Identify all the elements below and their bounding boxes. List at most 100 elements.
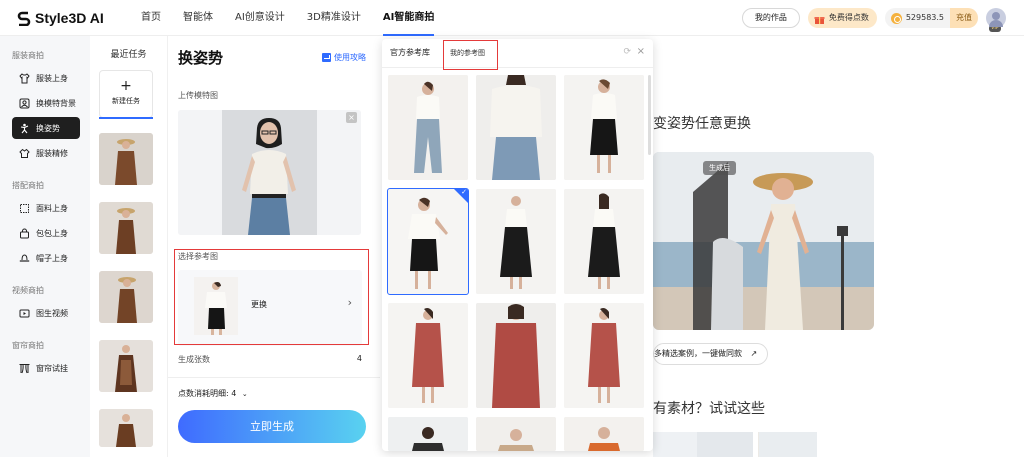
sidebar-item-model-background[interactable]: 换模特背景	[12, 92, 80, 114]
brand-logo[interactable]: Style3D AI	[16, 10, 126, 26]
recharge-button[interactable]: 充值	[950, 8, 978, 28]
points-value: 529583.5	[905, 13, 944, 22]
new-task-indicator	[99, 117, 153, 119]
showcase-area: 变姿势任意更换 生成后 多精选案例，一键做同款 ↗ 有素材？试试这些	[653, 36, 1024, 457]
model-swap-icon	[19, 98, 30, 109]
retouch-icon	[19, 148, 30, 159]
sidebar-item-label: 面料上身	[36, 203, 68, 213]
plus-icon: +	[120, 78, 132, 94]
bag-icon	[19, 228, 30, 239]
coin-icon	[890, 12, 902, 24]
task-thumbnail[interactable]	[99, 133, 153, 185]
refresh-icon[interactable]: ⟳	[623, 47, 631, 57]
usage-guide-link[interactable]: 使用攻略	[322, 52, 366, 63]
curtain-icon	[19, 363, 30, 374]
sidebar-item-fabric[interactable]: 面料上身	[12, 197, 80, 219]
reference-image[interactable]	[564, 189, 644, 294]
pose-icon	[19, 123, 30, 134]
top-nav: Style3D AI 首页 智能体 AI创意设计 3D精准设计 AI智能商拍 我…	[0, 0, 1024, 36]
recent-tasks-panel: 最近任务 + 新建任务	[90, 36, 168, 457]
uploaded-model-image[interactable]: ×	[178, 110, 361, 235]
more-cases-label: 多精选案例，一键做同款	[654, 349, 742, 358]
main-nav: 首页 智能体 AI创意设计 3D精准设计 AI智能商拍	[130, 0, 445, 36]
sidebar-group-title: 搭配商拍	[12, 181, 44, 190]
new-task-label: 新建任务	[112, 97, 140, 105]
new-task-button[interactable]: + 新建任务	[99, 70, 153, 118]
brand-name: Style3D AI	[35, 9, 104, 26]
sidebar-item-garment-on-model[interactable]: 服装上身	[12, 67, 80, 89]
logo-icon	[16, 10, 32, 26]
scrollbar[interactable]	[648, 75, 651, 155]
my-works-button[interactable]: 我的作品	[741, 8, 800, 28]
generate-count-label: 生成张数	[178, 355, 210, 364]
book-icon	[322, 53, 331, 62]
showcase-image: 生成后	[653, 152, 874, 330]
sidebar-item-label: 包包上身	[36, 228, 68, 238]
arrow-up-right-icon: ↗	[750, 349, 758, 358]
generate-count-value[interactable]: 4	[357, 354, 362, 363]
task-thumbnail[interactable]	[99, 340, 153, 392]
sidebar-item-garment-retouch[interactable]: 服装精修	[12, 142, 80, 164]
reference-image-selected[interactable]: ✓	[387, 188, 469, 295]
sidebar-item-change-pose[interactable]: 换姿势	[12, 117, 80, 139]
sidebar-group-title: 窗帘商拍	[12, 341, 44, 350]
sidebar-group-title: 视频商拍	[12, 286, 44, 295]
reference-image[interactable]	[564, 303, 644, 408]
video-icon	[19, 308, 30, 319]
upload-model-label: 上传模特图	[178, 91, 218, 100]
sidebar-item-image-to-video[interactable]: 图生视频	[12, 302, 80, 324]
points-cost-detail[interactable]: 点数消耗明细: 4 ⌄	[178, 388, 248, 399]
after-tag: 生成后	[703, 161, 736, 175]
user-avatar[interactable]: VIP	[986, 8, 1006, 32]
sidebar-item-label: 服装上身	[36, 73, 68, 83]
reference-image[interactable]	[388, 417, 468, 451]
task-thumbnail[interactable]	[99, 271, 153, 323]
sidebar-group-title: 服装商拍	[12, 51, 44, 60]
sidebar-item-curtain[interactable]: 窗帘试挂	[12, 357, 80, 379]
points-balance: 529583.5 充值	[884, 8, 978, 28]
tab-official-library[interactable]: 官方参考库	[390, 47, 430, 58]
generate-button[interactable]: 立即生成	[178, 410, 366, 443]
nav-item-ai-creative-design[interactable]: AI创意设计	[224, 0, 296, 36]
try-these-heading: 有素材？试试这些	[653, 401, 765, 417]
pose-panel: 换姿势 使用攻略 上传模特图 × 选择参考图 更换 › 生成张数 4 点数消耗明…	[168, 36, 380, 457]
reference-image[interactable]	[388, 75, 468, 180]
sidebar-item-label: 换姿势	[36, 123, 60, 133]
nav-item-agent[interactable]: 智能体	[172, 0, 224, 36]
highlight-box	[443, 40, 498, 70]
reference-picker-popup: 官方参考库 我的参考图 ⟳ × ✓	[382, 39, 653, 451]
free-points-label: 免费得点数	[828, 13, 869, 22]
hat-icon	[19, 253, 30, 264]
reference-image[interactable]	[564, 75, 644, 180]
showcase-heading: 变姿势任意更换	[653, 116, 751, 132]
task-thumbnail[interactable]	[99, 409, 153, 447]
sidebar-item-label: 服装精修	[36, 148, 68, 158]
points-cost-label: 点数消耗明细: 4	[178, 389, 237, 398]
remove-image-icon[interactable]: ×	[346, 112, 357, 123]
sidebar-item-hat[interactable]: 帽子上身	[12, 247, 80, 269]
nav-item-3d-design[interactable]: 3D精准设计	[296, 0, 372, 36]
nav-item-ai-photoshoot[interactable]: AI智能商拍	[372, 0, 445, 36]
free-points-button[interactable]: 免费得点数	[807, 8, 877, 28]
highlight-box	[174, 249, 369, 345]
gift-icon	[814, 13, 825, 24]
sidebar-item-label: 窗帘试挂	[36, 363, 68, 373]
reference-image[interactable]	[476, 417, 556, 451]
sidebar-item-label: 图生视频	[36, 308, 68, 318]
reference-image[interactable]	[476, 189, 556, 294]
sample-thumbnail[interactable]	[697, 432, 753, 457]
task-thumbnail[interactable]	[99, 202, 153, 254]
reference-image[interactable]	[476, 303, 556, 408]
reference-image[interactable]	[564, 417, 644, 451]
more-cases-button[interactable]: 多精选案例，一键做同款 ↗	[653, 343, 769, 365]
reference-image[interactable]	[476, 75, 556, 180]
reference-image[interactable]	[388, 303, 468, 408]
sample-thumbnail[interactable]	[759, 432, 817, 457]
sidebar: 服装商拍 服装上身 换模特背景 换姿势 服装精修 搭配商拍 面料上身 包包上身	[0, 36, 90, 457]
divider	[168, 377, 380, 378]
chevron-down-icon: ⌄	[241, 390, 248, 398]
nav-item-home[interactable]: 首页	[130, 0, 172, 36]
sidebar-item-bag[interactable]: 包包上身	[12, 222, 80, 244]
vip-badge: VIP	[989, 25, 1001, 32]
close-icon[interactable]: ×	[637, 46, 645, 57]
